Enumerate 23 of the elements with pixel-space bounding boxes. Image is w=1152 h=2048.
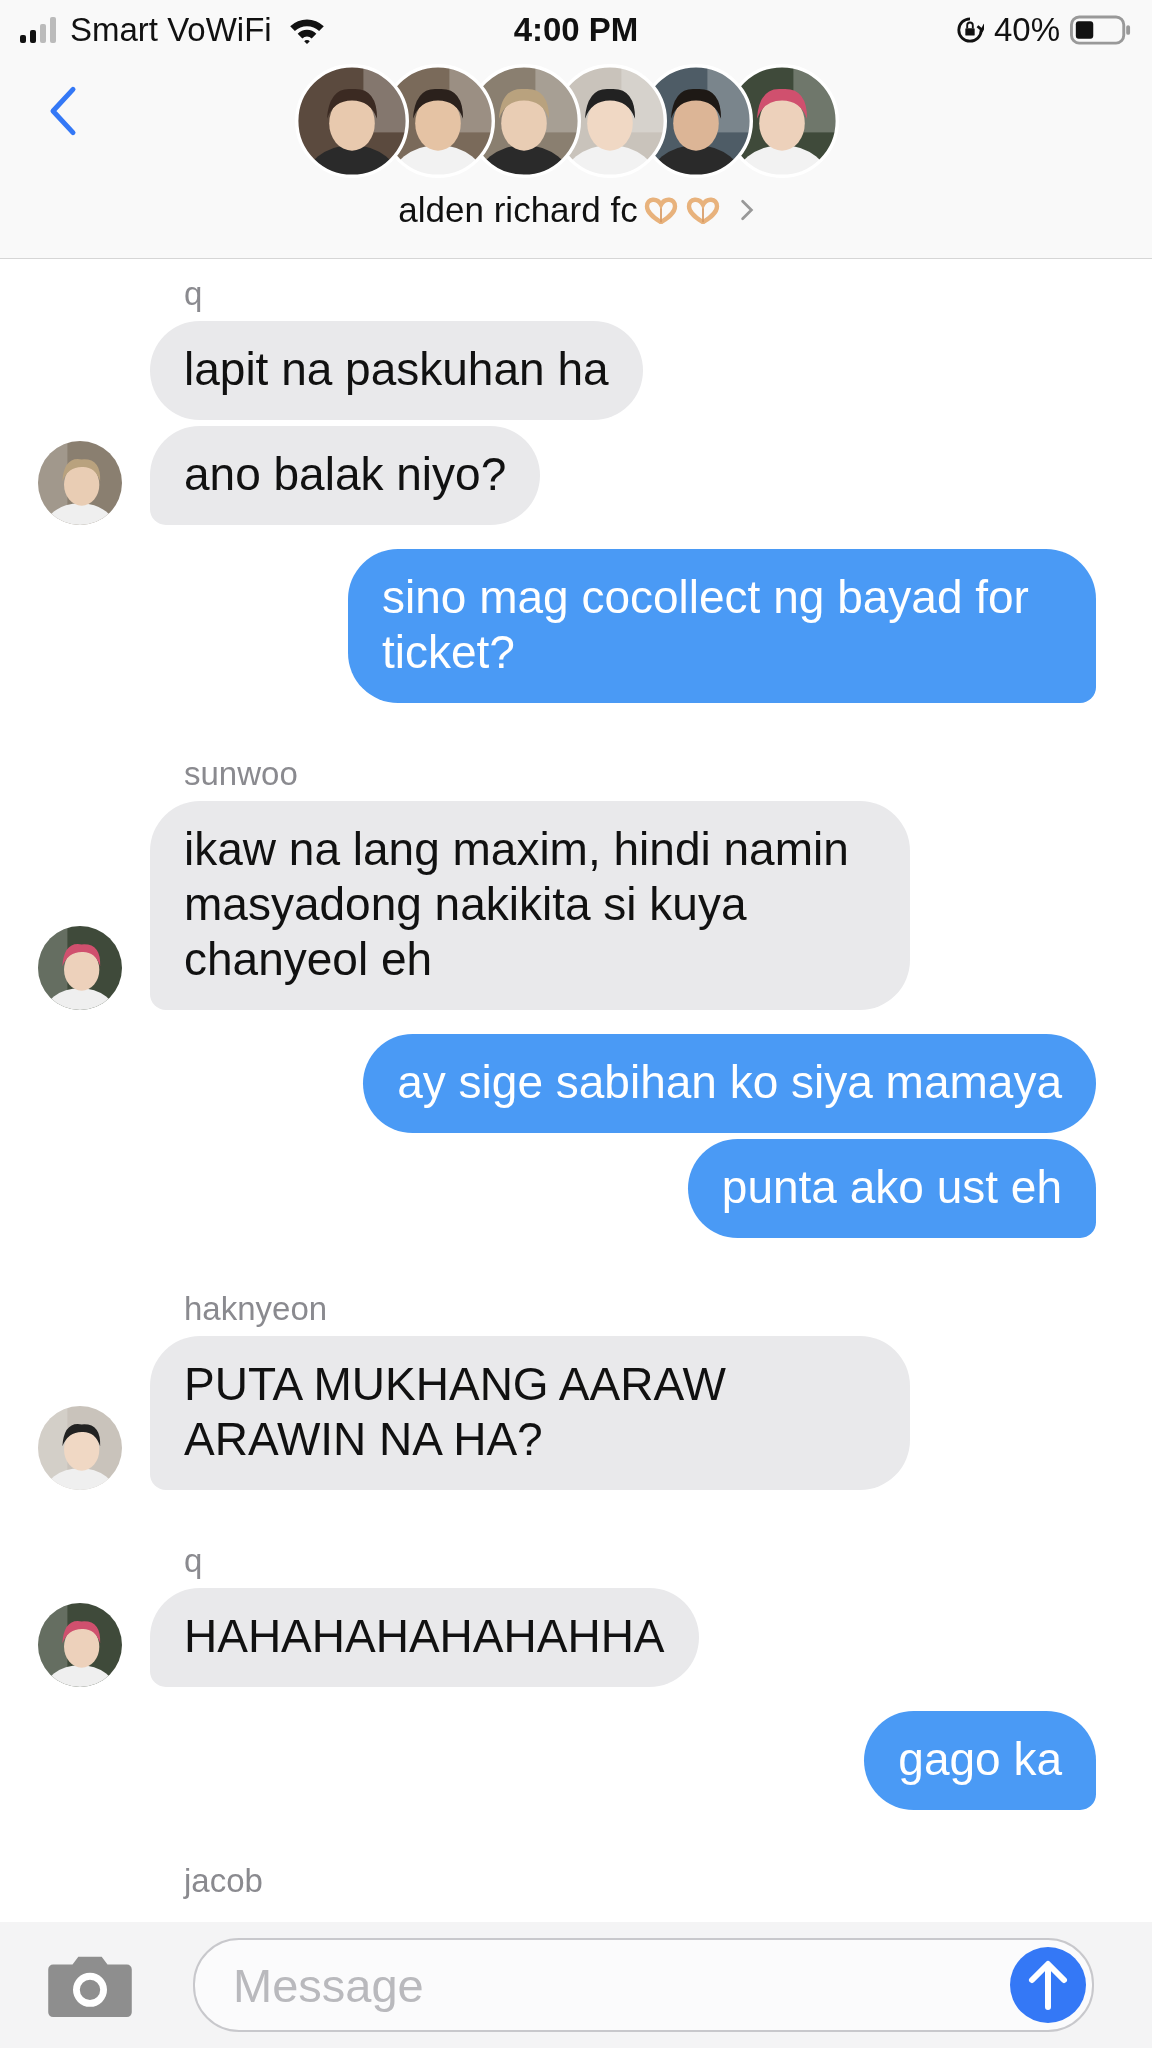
sender-name: q xyxy=(184,275,203,312)
outgoing-bubble: sino mag cocollect ng bayad for ticket? xyxy=(348,549,1096,703)
sender-name: jacob xyxy=(184,1862,263,1899)
incoming-bubble: PUTA MUKHANG AARAW ARAWIN NA HA? xyxy=(150,1336,910,1490)
sender-name: haknyeon xyxy=(184,1290,328,1327)
sender-name: sunwoo xyxy=(184,755,298,792)
incoming-bubble: ano balak niyo? xyxy=(150,426,541,525)
battery-icon xyxy=(1070,15,1132,45)
outgoing-bubble: ay sige sabihan ko siya mamaya xyxy=(363,1034,1096,1133)
message-field[interactable]: Message xyxy=(193,1938,1094,2032)
outgoing-bubble: gago ka xyxy=(864,1711,1096,1810)
incoming-bubble: HAHAHAHAHAHAHHA xyxy=(150,1588,699,1687)
outgoing-bubble: punta ako ust eh xyxy=(687,1139,1096,1238)
sender-name: q xyxy=(184,1542,203,1579)
send-button[interactable] xyxy=(1010,1947,1086,2023)
rotation-lock-icon xyxy=(955,16,984,44)
status-time: 4:00 PM xyxy=(513,11,639,49)
incoming-bubble: lapit na paskuhan ha xyxy=(150,321,643,420)
carrier-name: Smart VoWiFi xyxy=(70,11,272,49)
group-title[interactable]: alden richard fc xyxy=(398,190,638,230)
incoming-bubble: ikaw na lang maxim, hindi namin masyadong nakikita si kuya chanyeol eh xyxy=(150,801,910,1010)
battery-percent: 40% xyxy=(993,11,1060,49)
chevron-icon[interactable] xyxy=(739,199,754,221)
